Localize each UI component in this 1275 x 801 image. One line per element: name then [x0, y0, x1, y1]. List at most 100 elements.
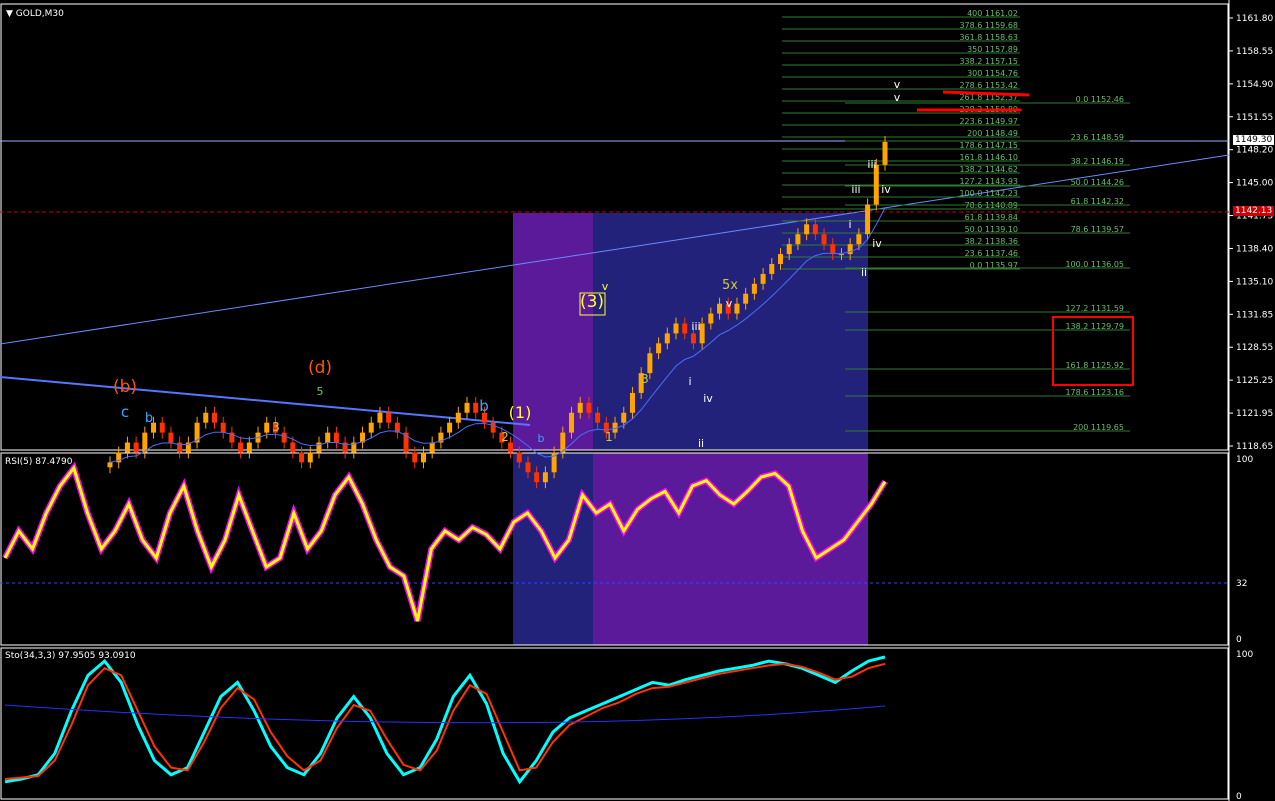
price-candle	[420, 452, 426, 463]
wave-label: (1)	[509, 403, 532, 422]
price-candle	[299, 452, 305, 463]
price-candle	[159, 422, 165, 433]
price-candle	[264, 422, 270, 433]
price-candle	[569, 412, 575, 433]
wave-label: ii	[698, 437, 704, 450]
price-candle	[690, 333, 696, 344]
price-candle	[133, 442, 139, 453]
rsi-tick-label: 32	[1236, 579, 1247, 589]
stoch-tick-label: 100	[1236, 650, 1253, 660]
price-tick-label: 1138.40	[1236, 244, 1273, 254]
fib-label-left: 23.6 1137.46	[965, 249, 1018, 258]
wave-label: iv	[703, 392, 713, 405]
price-candle	[525, 462, 531, 473]
price-candle	[386, 412, 392, 423]
fib-label-left: 223.6 1149.97	[959, 117, 1018, 126]
red-price-tag: 1142.13	[1233, 206, 1275, 216]
fib-label-right: 61.8 1142.32	[1071, 197, 1124, 206]
price-tick-label: 1151.55	[1236, 113, 1273, 123]
price-candle	[534, 472, 540, 483]
price-tick-label: 1118.65	[1236, 442, 1273, 452]
price-candle	[238, 442, 244, 453]
price-candle	[717, 303, 723, 314]
price-candle	[629, 392, 635, 413]
wave-label: c	[121, 403, 129, 421]
fib-label-left: 338.2 1157.15	[959, 57, 1018, 66]
fib-label-left: 200 1148.49	[967, 129, 1018, 138]
price-candle	[333, 432, 339, 443]
price-candle	[516, 452, 522, 463]
wave-label: 1	[605, 430, 613, 444]
price-candle	[743, 293, 749, 304]
price-candle	[447, 422, 453, 433]
wave-label: i	[688, 375, 691, 388]
price-candle	[708, 313, 714, 324]
price-tick-label: 1161.80	[1236, 14, 1273, 24]
wave-label: v	[894, 78, 901, 91]
fib-label-right: 23.6 1148.59	[1071, 133, 1124, 142]
wave-label: ii	[861, 266, 867, 279]
price-tick-label: 1135.10	[1236, 277, 1273, 287]
wave-label: (3)	[580, 292, 604, 312]
wave-label: b	[145, 411, 153, 426]
wave-label: iii	[851, 183, 860, 196]
fib-label-left: 100.0 1142.23	[959, 189, 1018, 198]
price-candle	[325, 432, 331, 443]
current-price-tag: 1149.30	[1233, 135, 1275, 145]
price-candle	[830, 244, 836, 255]
price-candle	[865, 204, 871, 235]
fib-label-right: 100.0 1136.05	[1065, 260, 1124, 269]
fib-label-right: 127.2 1131.59	[1065, 304, 1124, 313]
price-tick-label: 1128.55	[1236, 343, 1273, 353]
price-candle	[211, 412, 217, 423]
wave-label: (b)	[113, 377, 137, 397]
price-candle	[595, 412, 601, 423]
fib-label-left: 178.6 1147.15	[959, 141, 1018, 150]
price-candle	[412, 452, 418, 463]
fib-label-left: 300 1154.76	[967, 69, 1018, 78]
price-candle	[778, 254, 784, 264]
fib-label-left: 0.0 1135.97	[970, 261, 1018, 270]
wave-label: 2	[501, 430, 509, 444]
price-candle	[107, 462, 113, 468]
price-candle	[220, 422, 226, 433]
price-candle	[142, 432, 148, 453]
price-chart-svg[interactable]: 1161.80 1158.55 1154.90 1151.55 1148.20 1145.…	[0, 0, 1275, 801]
price-candle	[429, 442, 435, 453]
price-candle	[647, 353, 653, 374]
price-candle	[124, 442, 130, 453]
wave-label: b	[538, 432, 545, 445]
price-candle	[838, 254, 844, 256]
price-tick-label: 1154.90	[1236, 80, 1273, 90]
wave-label: 5	[317, 385, 324, 398]
chart-window: 1161.80 1158.55 1154.90 1151.55 1148.20 1145.…	[0, 0, 1275, 801]
price-candle	[769, 263, 775, 274]
fib-label-right: 138.2 1129.79	[1065, 322, 1124, 331]
wave-label: iii	[691, 320, 700, 333]
price-candle	[490, 422, 496, 433]
fib-label-left: 378.6 1159.68	[959, 21, 1018, 30]
price-candle	[664, 333, 670, 344]
price-candle	[281, 432, 287, 443]
price-candle	[290, 442, 296, 453]
fib-label-right: 178.6 1123.16	[1065, 388, 1124, 397]
price-tick-label: 1121.95	[1236, 409, 1273, 419]
chevron-down-icon[interactable]: ▼	[6, 9, 13, 19]
fib-label-left: 400 1161.02	[967, 9, 1018, 18]
wave-label: 3	[272, 420, 280, 434]
price-candle	[656, 343, 662, 354]
wave-label: v	[602, 280, 609, 293]
price-candle	[795, 234, 801, 245]
price-candle	[751, 283, 757, 294]
wave-label: i	[848, 218, 851, 231]
price-candle	[882, 141, 888, 165]
rsi-tick-label: 0	[1236, 635, 1242, 645]
shade-box-navy-main	[593, 213, 868, 450]
symbol-title: ▼ GOLD,M30	[6, 9, 64, 19]
fib-label-left: 138.2 1144.62	[959, 165, 1018, 174]
rsi-title: RSI(5) 87.4790	[5, 457, 73, 467]
price-candle	[586, 402, 592, 413]
price-candle	[307, 452, 313, 463]
price-tick-label: 1158.55	[1236, 47, 1273, 57]
price-candle	[673, 323, 679, 334]
